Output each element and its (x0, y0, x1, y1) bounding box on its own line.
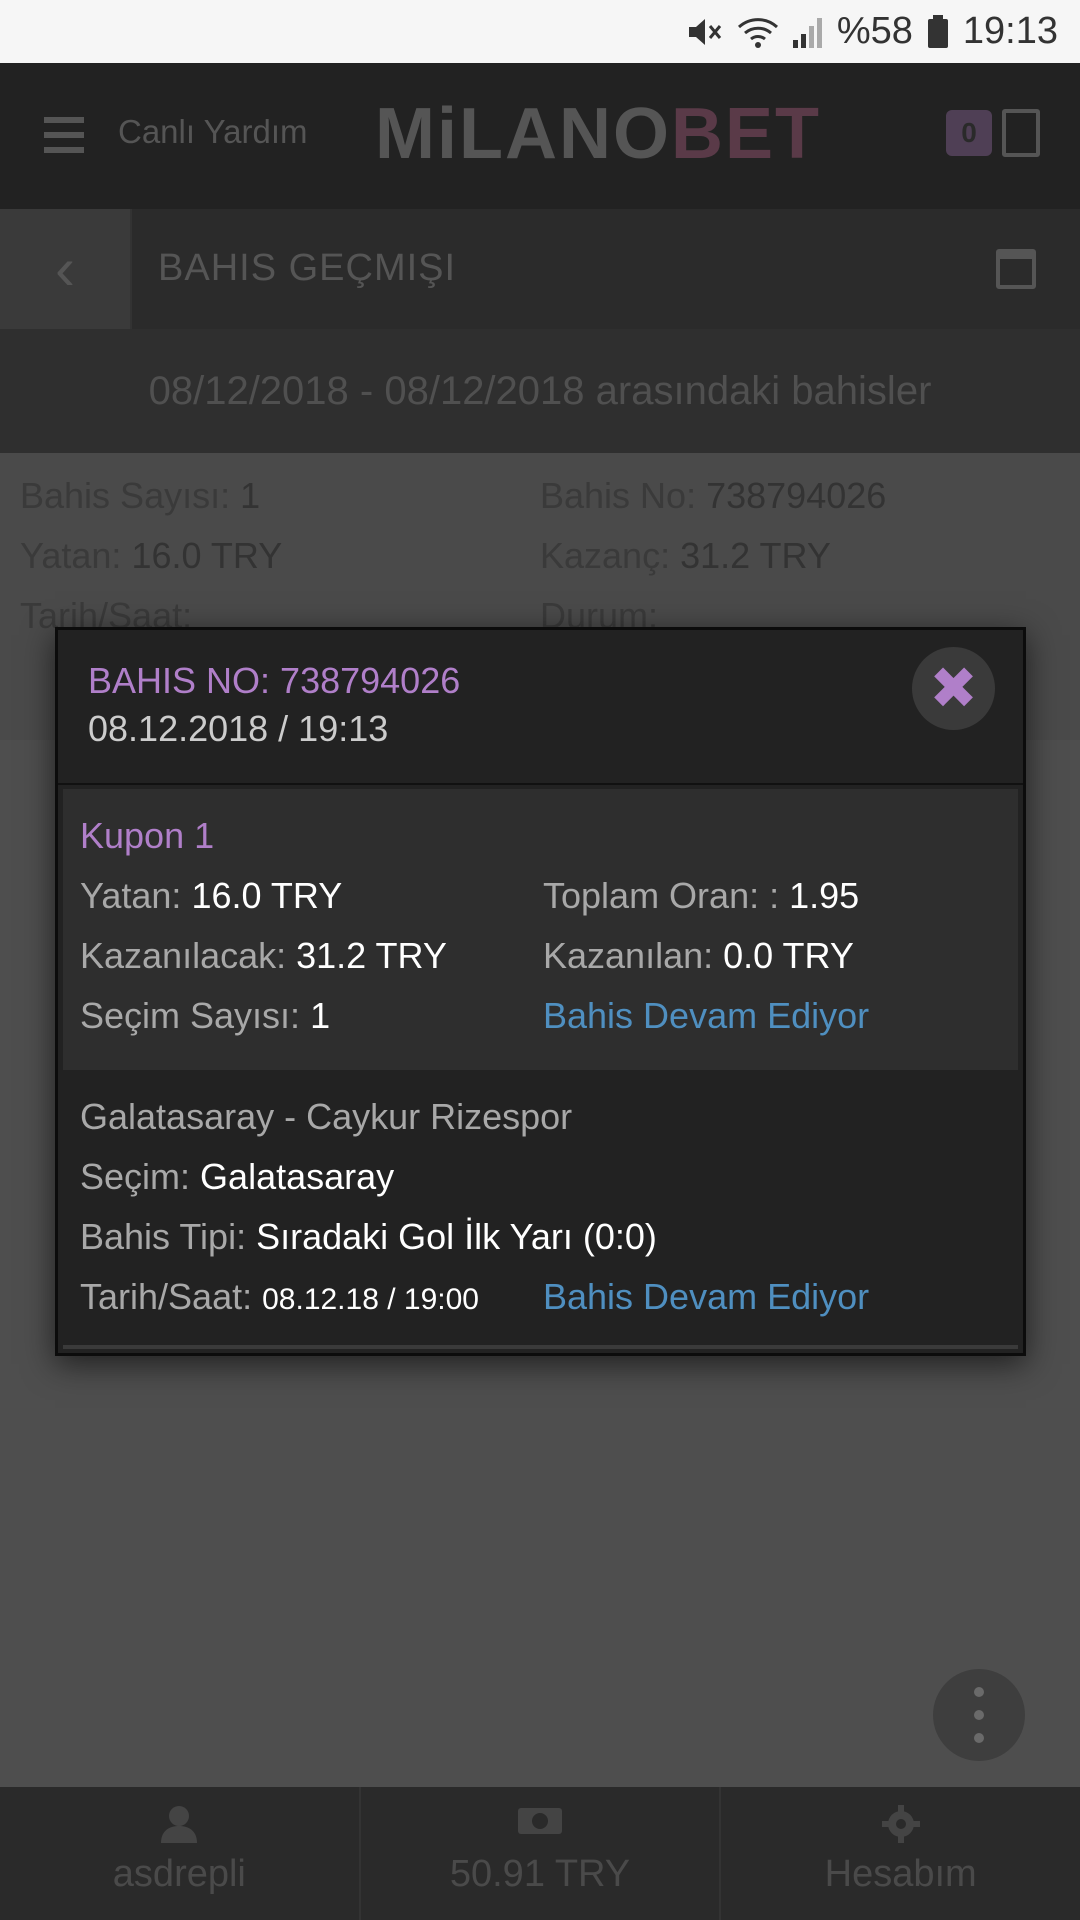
coupon-stake-value: 16.0 TRY (191, 875, 343, 916)
username: asdrepli (112, 1853, 246, 1895)
bet-type-label: Bahis Tipi: (80, 1216, 247, 1257)
pick-value: Galatasaray (200, 1156, 395, 1197)
modal-datetime: 08.12.2018 / 19:13 (88, 708, 389, 749)
wifi-icon (737, 15, 779, 49)
status-bar: %58 19:13 (0, 0, 1080, 63)
stake-value: 16.0 TRY (131, 535, 283, 576)
selection-section: Galatasaray - Caykur Rizespor Seçim: Gal… (58, 1070, 1023, 1353)
win-label: Kazanç: (540, 535, 671, 576)
calendar-icon[interactable] (996, 249, 1036, 289)
bet-type-value: Sıradaki Gol İlk Yarı (0:0) (256, 1216, 657, 1257)
tab-user[interactable]: asdrepli (0, 1787, 361, 1920)
stake-label: Yatan: (20, 535, 122, 576)
logo-main: MiLANO (375, 94, 671, 174)
signal-icon (792, 16, 823, 48)
bet-count-value: 1 (240, 475, 261, 516)
more-options-button[interactable] (933, 1669, 1025, 1761)
battery-icon (927, 14, 949, 49)
logo: MiLANOBET (375, 93, 821, 175)
money-icon (517, 1805, 563, 1842)
selections-value: 1 (310, 995, 331, 1036)
back-button[interactable]: ‹ (0, 209, 132, 329)
bet-no-value: 738794026 (706, 475, 887, 516)
selections-label: Seçim Sayısı: (80, 995, 301, 1036)
logo-accent: BET (670, 94, 821, 174)
bet-count-label: Bahis Sayısı: (20, 475, 231, 516)
match-datetime-label: Tarih/Saat: (80, 1276, 253, 1317)
match-datetime-value: 08.12.18 / 19:00 (262, 1283, 479, 1316)
close-button[interactable]: ✖ (912, 647, 995, 730)
tab-balance[interactable]: 50.91 TRY (361, 1787, 722, 1920)
selection-status: Bahis Devam Ediyor (543, 1276, 870, 1317)
coupon-status: Bahis Devam Ediyor (543, 995, 870, 1036)
match-name: Galatasaray - Caykur Rizespor (80, 1096, 573, 1137)
date-range-text: 08/12/2018 - 08/12/2018 arasındaki bahis… (0, 329, 1080, 453)
divider (63, 1345, 1018, 1349)
pick-label: Seçim: (80, 1156, 191, 1197)
total-odds-label: Toplam Oran: : (543, 875, 780, 916)
mute-icon (687, 15, 723, 49)
coupon-section: Kupon 1 Yatan: 16.0 TRY Toplam Oran: : 1… (63, 789, 1018, 1070)
sub-header: ‹ BAHIS GEÇMIŞI (0, 209, 1080, 329)
clock: 19:13 (962, 10, 1058, 52)
coupon-stake-label: Yatan: (80, 875, 182, 916)
won-value: 0.0 TRY (723, 935, 854, 976)
betslip-button[interactable]: 0 (946, 109, 1040, 157)
coupon-title: Kupon 1 (80, 815, 215, 856)
modal-header: BAHIS NO: 738794026 08.12.2018 / 19:13 ✖ (58, 630, 1023, 785)
account-label: Hesabım (824, 1853, 977, 1895)
page-title: BAHIS GEÇMIŞI (158, 247, 457, 289)
gear-icon (881, 1805, 920, 1848)
bet-no-label: Bahis No: (540, 475, 697, 516)
total-odds-value: 1.95 (789, 875, 860, 916)
bottom-nav: asdrepli 50.91 TRY Hesabım (0, 1787, 1080, 1920)
to-win-label: Kazanılacak: (80, 935, 287, 976)
win-value: 31.2 TRY (680, 535, 831, 576)
to-win-value: 31.2 TRY (296, 935, 447, 976)
battery-percent: %58 (836, 10, 913, 52)
document-icon (1002, 109, 1040, 157)
user-icon (161, 1805, 198, 1848)
menu-icon[interactable] (44, 117, 84, 153)
betslip-count: 0 (946, 110, 992, 156)
won-label: Kazanılan: (543, 935, 714, 976)
tab-account[interactable]: Hesabım (721, 1787, 1080, 1920)
modal-bet-number: BAHIS NO: 738794026 (88, 660, 461, 701)
top-header: Canlı Yardım MiLANOBET 0 (0, 63, 1080, 209)
bet-detail-modal: BAHIS NO: 738794026 08.12.2018 / 19:13 ✖… (55, 627, 1026, 1356)
balance: 50.91 TRY (449, 1853, 631, 1895)
live-help-link[interactable]: Canlı Yardım (118, 113, 308, 151)
